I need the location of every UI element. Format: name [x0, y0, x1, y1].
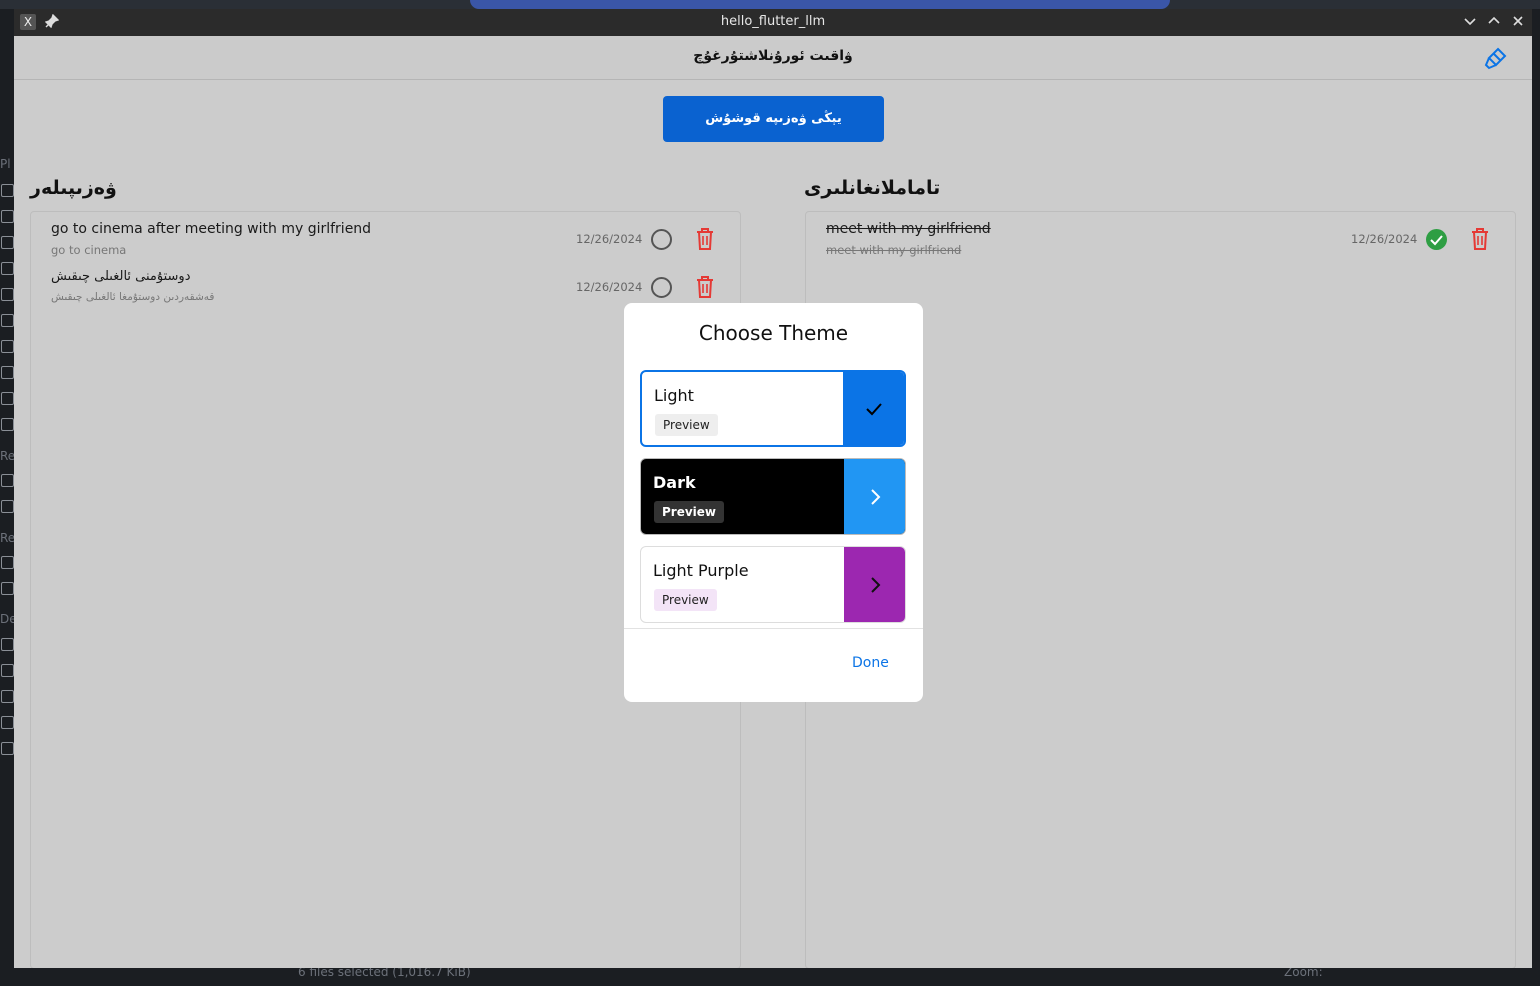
theme-option-dark[interactable]: Dark Preview — [640, 458, 906, 535]
theme-name: Light — [654, 386, 694, 405]
background-status-bar: 6 files selected (1,016.7 KiB) Zoom: — [14, 965, 1532, 986]
pictures-icon — [1, 314, 14, 327]
background-app-edge — [1532, 9, 1540, 986]
theme-option-light-purple[interactable]: Light Purple Preview — [640, 546, 906, 623]
theme-preview-chip: Preview — [655, 414, 718, 436]
drive-icon — [1, 716, 14, 729]
theme-name: Dark — [653, 473, 696, 492]
background-app-sidebar: Pl Re Re De — [0, 9, 17, 986]
theme-preview-chip: Preview — [654, 589, 717, 611]
drive-icon — [1, 638, 14, 651]
sidebar-label: Pl — [0, 157, 11, 171]
theme-select-indicator — [844, 547, 905, 622]
desktop-top-strip — [0, 0, 1540, 9]
theme-dialog: Choose Theme Light Preview Dark Preview … — [624, 303, 923, 702]
dialog-title: Choose Theme — [698, 321, 849, 345]
downloads-icon — [1, 262, 14, 275]
theme-option-light[interactable]: Light Preview — [640, 370, 906, 447]
theme-selected-indicator — [843, 372, 904, 445]
folder-icon — [1, 418, 14, 431]
sidebar-label: Re — [0, 531, 16, 545]
drive-icon — [1, 664, 14, 677]
home-icon — [1, 184, 14, 197]
done-button[interactable]: Done — [852, 655, 889, 671]
documents-icon — [1, 236, 14, 249]
app-window: X hello_flutter_llm ۋاقىت ئورۇنلاشتۇرغۇچ… — [14, 9, 1532, 968]
network-icon — [1, 500, 14, 513]
sidebar-label: Re — [0, 449, 16, 463]
recent-icon — [1, 556, 14, 569]
music-icon — [1, 288, 14, 301]
checkmark-icon — [865, 402, 882, 415]
theme-preview-chip: Preview — [654, 501, 725, 523]
desktop-wallpaper — [470, 0, 1170, 9]
drive-icon — [1, 690, 14, 703]
trash-folder-icon — [1, 366, 14, 379]
dialog-divider — [624, 628, 923, 629]
folder-icon — [1, 392, 14, 405]
network-icon — [1, 474, 14, 487]
drive-icon — [1, 742, 14, 755]
desktop-icon — [1, 210, 14, 223]
recent-icon — [1, 582, 14, 595]
chevron-right-icon — [870, 576, 880, 593]
theme-name: Light Purple — [653, 561, 749, 580]
videos-icon — [1, 340, 14, 353]
chevron-right-icon — [870, 488, 880, 505]
theme-select-indicator — [844, 459, 905, 534]
